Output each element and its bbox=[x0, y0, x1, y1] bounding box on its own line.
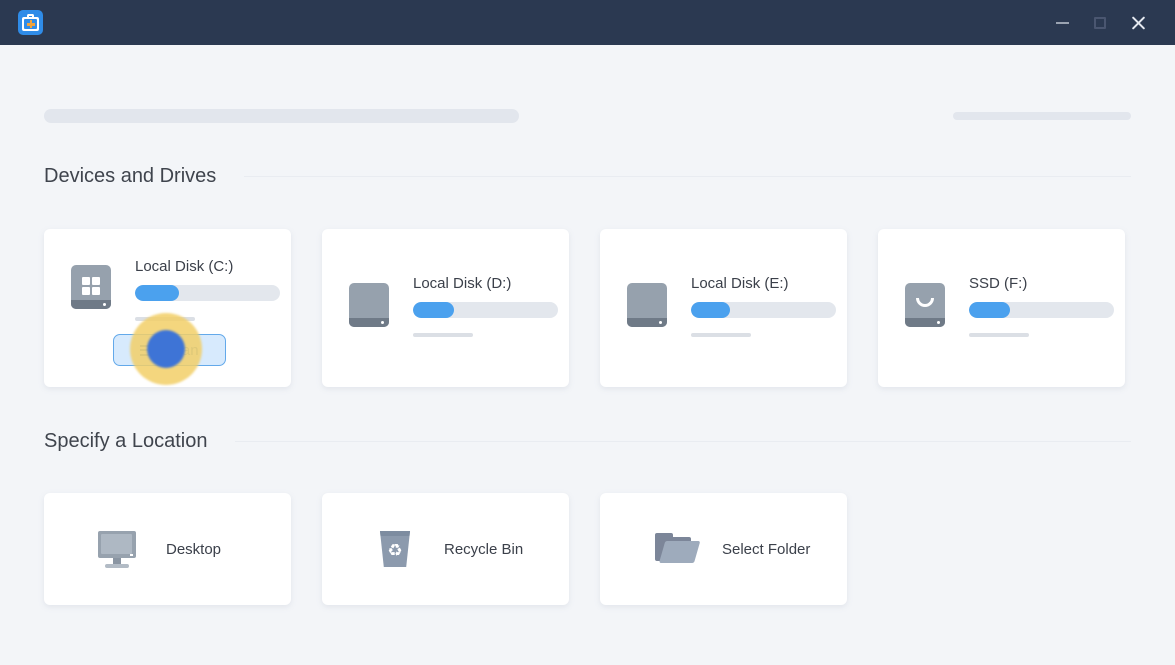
section-divider bbox=[235, 441, 1131, 442]
recycle-symbol: ♻ bbox=[387, 542, 402, 559]
location-card-desktop[interactable]: Desktop bbox=[44, 493, 291, 605]
minimize-icon bbox=[1056, 22, 1069, 24]
maximize-icon bbox=[1094, 17, 1106, 29]
drive-card-e[interactable]: Local Disk (E:) bbox=[600, 229, 847, 387]
usage-bar bbox=[135, 285, 280, 301]
location-label: Recycle Bin bbox=[444, 541, 523, 558]
close-icon bbox=[1130, 14, 1147, 31]
close-button[interactable] bbox=[1119, 0, 1157, 45]
minimize-button[interactable] bbox=[1043, 0, 1081, 45]
drive-card-d[interactable]: Local Disk (D:) bbox=[322, 229, 569, 387]
drive-label: SSD (F:) bbox=[969, 275, 1113, 293]
drives-row: Local Disk (C:) Scan Local Disk (D:) bbox=[44, 229, 1131, 387]
windows-drive-icon bbox=[71, 265, 111, 309]
drive-label: Local Disk (E:) bbox=[691, 275, 835, 293]
main-content: Devices and Drives Local Disk (C:) bbox=[0, 45, 1175, 605]
usage-bar bbox=[413, 302, 558, 318]
right-skeleton-bar bbox=[953, 112, 1131, 120]
drive-card-f[interactable]: SSD (F:) bbox=[878, 229, 1125, 387]
section-title: Devices and Drives bbox=[44, 163, 216, 190]
usage-bar-fill bbox=[413, 302, 454, 318]
ssd-drive-icon bbox=[905, 283, 945, 327]
scan-button[interactable]: Scan bbox=[113, 334, 226, 366]
scan-button-label: Scan bbox=[164, 342, 198, 359]
usage-bar bbox=[969, 302, 1114, 318]
desktop-monitor-icon bbox=[96, 528, 140, 570]
usage-bar bbox=[691, 302, 836, 318]
window-controls bbox=[1043, 0, 1157, 45]
section-divider bbox=[244, 176, 1131, 177]
capacity-placeholder-line bbox=[135, 317, 195, 321]
header-row bbox=[44, 109, 1131, 123]
scan-magnifier-icon bbox=[140, 344, 157, 357]
drive-icon bbox=[627, 283, 667, 327]
locations-row: Desktop ♻ Recycle Bin Select Folder bbox=[44, 493, 1131, 605]
data-recovery-app-icon bbox=[18, 10, 43, 35]
maximize-button[interactable] bbox=[1081, 0, 1119, 45]
section-title: Specify a Location bbox=[44, 428, 207, 455]
recycle-bin-icon: ♻ bbox=[374, 528, 418, 570]
drive-label: Local Disk (C:) bbox=[135, 258, 279, 276]
drive-card-c[interactable]: Local Disk (C:) Scan bbox=[44, 229, 291, 387]
location-label: Desktop bbox=[166, 541, 221, 558]
drive-label: Local Disk (D:) bbox=[413, 275, 557, 293]
location-card-recycle-bin[interactable]: ♻ Recycle Bin bbox=[322, 493, 569, 605]
capacity-placeholder-line bbox=[413, 333, 473, 337]
capacity-placeholder-line bbox=[969, 333, 1029, 337]
titlebar bbox=[0, 0, 1175, 45]
usage-bar-fill bbox=[691, 302, 730, 318]
location-label: Select Folder bbox=[722, 541, 810, 558]
open-folder-icon bbox=[652, 528, 696, 570]
ssd-handle-mark bbox=[916, 298, 934, 307]
usage-bar-fill bbox=[969, 302, 1010, 318]
drive-icon bbox=[349, 283, 389, 327]
title-skeleton-bar bbox=[44, 109, 519, 123]
devices-section-header: Devices and Drives bbox=[44, 163, 1131, 190]
capacity-placeholder-line bbox=[691, 333, 751, 337]
windows-logo-icon bbox=[82, 277, 100, 295]
location-card-select-folder[interactable]: Select Folder bbox=[600, 493, 847, 605]
usage-bar-fill bbox=[135, 285, 179, 301]
location-section-header: Specify a Location bbox=[44, 428, 1131, 455]
